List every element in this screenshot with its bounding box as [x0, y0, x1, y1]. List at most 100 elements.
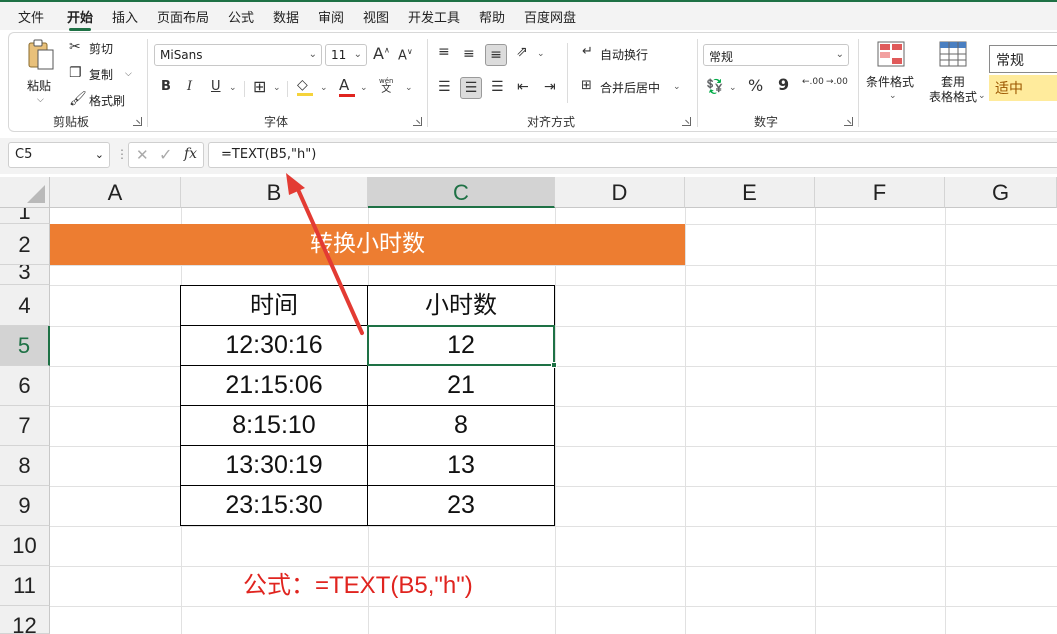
- table-cell-hours[interactable]: 21: [367, 365, 555, 406]
- active-cell-selection[interactable]: [367, 325, 555, 366]
- drag-handle-icon[interactable]: ⋮: [116, 147, 128, 161]
- menu-formulas[interactable]: 公式: [228, 7, 254, 26]
- formula-input[interactable]: =TEXT(B5,"h"): [208, 142, 1057, 168]
- row-header-1[interactable]: 1: [0, 208, 50, 224]
- row-header-2[interactable]: 2: [0, 224, 50, 265]
- merge-dropdown-icon[interactable]: ⌄: [673, 82, 681, 92]
- shrink-font-button[interactable]: A∨: [398, 48, 413, 63]
- menu-developer[interactable]: 开发工具: [408, 7, 460, 26]
- table-cell-hours[interactable]: 13: [367, 445, 555, 486]
- table-cell-time[interactable]: 23:15:30: [180, 485, 368, 526]
- row-header-4[interactable]: 4: [0, 285, 50, 326]
- orientation-dropdown-icon[interactable]: ⌄: [537, 49, 545, 59]
- table-header-hours[interactable]: 小时数: [367, 285, 555, 326]
- style-neutral[interactable]: 适中: [989, 75, 1057, 101]
- column-header-e[interactable]: E: [685, 177, 815, 208]
- table-cell-time[interactable]: 21:15:06: [180, 365, 368, 406]
- format-as-table-dropdown-icon[interactable]: ⌄: [978, 91, 986, 101]
- paste-button[interactable]: 粘贴 ⌵: [21, 39, 61, 105]
- menu-view[interactable]: 视图: [363, 7, 389, 26]
- number-launcher-icon[interactable]: [844, 117, 853, 126]
- spreadsheet-grid[interactable]: A B C D E F G 1 2 3 4 5 6 7 8 9 10 11 12…: [0, 177, 1057, 634]
- table-header-time[interactable]: 时间: [180, 285, 368, 326]
- fill-handle[interactable]: [551, 362, 557, 368]
- font-color-button[interactable]: A: [339, 78, 355, 97]
- menu-data[interactable]: 数据: [273, 7, 299, 26]
- currency-dropdown-icon[interactable]: ⌄: [729, 83, 737, 93]
- row-header-7[interactable]: 7: [0, 406, 50, 446]
- column-header-b[interactable]: B: [181, 177, 368, 208]
- clipboard-launcher-icon[interactable]: [133, 117, 142, 126]
- fill-color-icon[interactable]: ◇: [297, 78, 313, 96]
- italic-button[interactable]: I: [187, 80, 192, 93]
- decrease-decimal-button[interactable]: →.00: [826, 78, 848, 87]
- cancel-icon[interactable]: ✕: [136, 146, 149, 164]
- column-header-c[interactable]: C: [368, 177, 555, 208]
- sheet-title-banner[interactable]: 转换小时数: [50, 224, 685, 265]
- insert-function-button[interactable]: fx: [184, 146, 197, 162]
- align-center-icon[interactable]: ☰: [460, 77, 482, 99]
- style-normal[interactable]: 常规: [989, 45, 1057, 73]
- align-top-icon[interactable]: ≡: [438, 45, 450, 59]
- wrap-text-button[interactable]: 自动换行: [600, 46, 648, 63]
- align-bottom-icon[interactable]: ≡: [485, 44, 507, 66]
- underline-dropdown-icon[interactable]: ⌄: [229, 83, 237, 93]
- phonetic-dropdown-icon[interactable]: ⌄: [405, 83, 413, 93]
- copy-dropdown-icon[interactable]: ⌵: [125, 69, 132, 79]
- fill-color-dropdown-icon[interactable]: ⌄: [320, 83, 328, 93]
- format-painter-button[interactable]: 格式刷: [89, 92, 125, 109]
- table-cell-time[interactable]: 8:15:10: [180, 405, 368, 446]
- number-format-combo[interactable]: 常规 ⌄: [703, 44, 849, 66]
- bold-button[interactable]: B: [161, 80, 171, 93]
- font-name-combo[interactable]: MiSans ⌄: [154, 44, 322, 66]
- column-header-f[interactable]: F: [815, 177, 945, 208]
- increase-decimal-button[interactable]: ←.00: [802, 78, 824, 87]
- table-cell-time[interactable]: 13:30:19: [180, 445, 368, 486]
- row-header-6[interactable]: 6: [0, 366, 50, 406]
- phonetic-button[interactable]: wén 文: [379, 78, 393, 95]
- font-size-combo[interactable]: 11 ⌄: [325, 44, 367, 66]
- borders-dropdown-icon[interactable]: ⌄: [273, 83, 281, 93]
- conditional-format-button[interactable]: 条件格式 ⌄: [863, 39, 921, 105]
- menu-baidu-netdisk[interactable]: 百度网盘: [524, 7, 576, 26]
- column-header-a[interactable]: A: [50, 177, 181, 208]
- currency-icon[interactable]: 💱: [706, 80, 723, 94]
- font-color-dropdown-icon[interactable]: ⌄: [360, 83, 368, 93]
- row-header-11[interactable]: 11: [0, 566, 50, 606]
- paste-dropdown-icon[interactable]: ⌵: [37, 95, 44, 105]
- name-box[interactable]: C5 ⌄: [8, 142, 110, 168]
- row-header-5[interactable]: 5: [0, 326, 50, 366]
- percent-button[interactable]: %: [748, 78, 763, 94]
- menu-home[interactable]: 开始: [67, 7, 93, 31]
- cut-button[interactable]: 剪切: [89, 40, 113, 57]
- align-middle-icon[interactable]: ≡: [463, 47, 475, 61]
- comma-button[interactable]: 9: [778, 77, 789, 93]
- row-header-8[interactable]: 8: [0, 446, 50, 486]
- grow-font-button[interactable]: A∧: [373, 46, 390, 62]
- table-cell-time[interactable]: 12:30:16: [180, 325, 368, 366]
- row-header-10[interactable]: 10: [0, 526, 50, 566]
- row-header-12[interactable]: 12: [0, 606, 50, 634]
- align-right-icon[interactable]: ☰: [491, 80, 504, 94]
- underline-button[interactable]: U: [211, 80, 221, 93]
- select-all-button[interactable]: [0, 177, 50, 208]
- borders-icon[interactable]: ⊞: [253, 79, 266, 95]
- merge-center-button[interactable]: 合并后居中: [600, 79, 660, 96]
- align-left-icon[interactable]: ☰: [438, 80, 451, 94]
- menu-page-layout[interactable]: 页面布局: [157, 7, 209, 26]
- menu-file[interactable]: 文件: [18, 7, 44, 26]
- copy-button[interactable]: 复制: [89, 66, 113, 83]
- font-launcher-icon[interactable]: [413, 117, 422, 126]
- menu-review[interactable]: 审阅: [318, 7, 344, 26]
- conditional-format-dropdown-icon[interactable]: ⌄: [889, 91, 897, 101]
- menu-insert[interactable]: 插入: [112, 7, 138, 26]
- confirm-icon[interactable]: ✓: [159, 145, 172, 164]
- menu-help[interactable]: 帮助: [479, 7, 505, 26]
- row-header-3[interactable]: 3: [0, 265, 50, 285]
- table-cell-hours[interactable]: 8: [367, 405, 555, 446]
- column-header-g[interactable]: G: [945, 177, 1057, 208]
- orientation-icon[interactable]: ⇗: [516, 45, 528, 59]
- column-header-d[interactable]: D: [555, 177, 685, 208]
- increase-indent-icon[interactable]: ⇥: [544, 80, 556, 94]
- alignment-launcher-icon[interactable]: [682, 117, 691, 126]
